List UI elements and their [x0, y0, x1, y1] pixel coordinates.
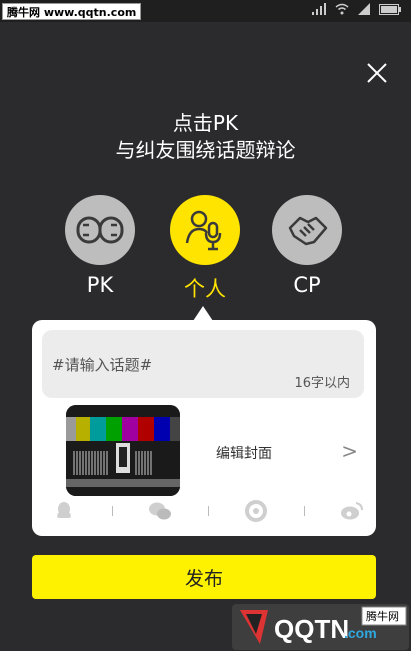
signal-icon: [312, 3, 326, 15]
share-divider: [207, 506, 209, 516]
wifi-icon: [335, 3, 349, 15]
watermark-domain: .com: [344, 625, 377, 641]
handshake-icon: [288, 216, 328, 246]
share-weibo[interactable]: [340, 499, 364, 523]
share-qq[interactable]: [52, 499, 76, 523]
status-bar: 腾牛网 www.qqtn.com: [0, 0, 411, 22]
share-divider: [303, 506, 305, 516]
moments-icon: [245, 500, 267, 522]
mode-personal[interactable]: 个人: [170, 195, 240, 303]
mode-cp-label: CP: [293, 273, 321, 297]
edit-cover-label[interactable]: 编辑封面: [216, 443, 272, 463]
headline-line1: 点击PK: [172, 111, 239, 135]
headline-line2: 与纠友围绕话题辩论: [115, 138, 296, 162]
qq-icon: [57, 502, 71, 518]
share-row: [52, 498, 364, 524]
watermark-logo-image: QQTN .com 腾牛网: [240, 606, 407, 644]
cover-thumbnail[interactable]: [66, 405, 180, 496]
watermark-tag: 腾牛网: [366, 609, 399, 623]
cellular-icon: [358, 3, 370, 15]
topic-placeholder: #请输入话题#: [52, 356, 153, 374]
share-wechat[interactable]: [148, 499, 172, 523]
microphone-person-icon: [185, 210, 222, 251]
mode-personal-circle[interactable]: [170, 195, 240, 265]
char-limit-hint: 16字以内: [294, 376, 350, 391]
watermark-logo: QQTN .com 腾牛网: [232, 604, 409, 650]
battery-icon: [379, 3, 401, 15]
mode-personal-label: 个人: [184, 277, 226, 301]
topic-card: #请输入话题# 16字以内 编辑封面 >: [32, 320, 376, 536]
pk-gloves-icon: [76, 216, 124, 244]
mode-pk[interactable]: PK: [65, 195, 135, 297]
watermark-qqtn: QQTN: [274, 614, 349, 644]
mode-pk-label: PK: [86, 273, 114, 297]
card-pointer: [193, 306, 213, 321]
weibo-icon: [341, 502, 363, 520]
close-icon: [367, 63, 387, 83]
mode-pk-circle[interactable]: [65, 195, 135, 265]
share-divider: [111, 506, 113, 516]
headline: 点击PK 与纠友围绕话题辩论: [0, 110, 411, 164]
mode-cp-circle[interactable]: [272, 195, 342, 265]
publish-button[interactable]: 发布: [32, 555, 376, 599]
mode-cp[interactable]: CP: [272, 195, 342, 297]
share-moments[interactable]: [244, 499, 268, 523]
topic-input[interactable]: #请输入话题# 16字以内: [42, 330, 364, 398]
close-button[interactable]: [364, 60, 390, 86]
test-pattern-image: [66, 405, 180, 496]
wechat-icon: [149, 502, 171, 520]
watermark-site-label: 腾牛网 www.qqtn.com: [2, 3, 142, 20]
chevron-right-icon[interactable]: >: [341, 439, 358, 463]
status-icons: [312, 3, 401, 15]
